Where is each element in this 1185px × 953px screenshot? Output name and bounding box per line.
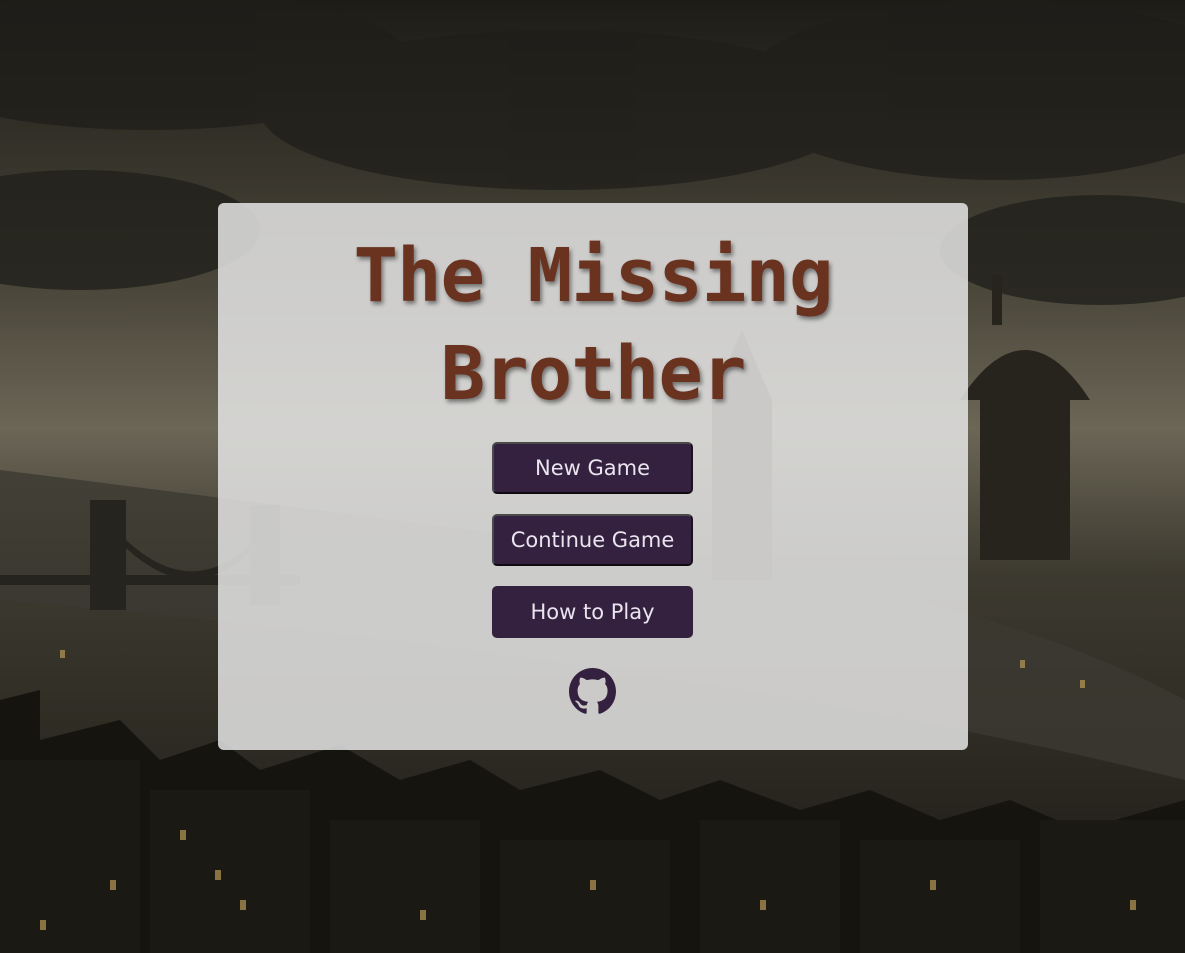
game-title: The Missing Brother <box>218 227 968 423</box>
game-title-line-1: The Missing <box>353 233 833 319</box>
github-link[interactable] <box>569 668 616 715</box>
continue-game-button[interactable]: Continue Game <box>492 514 693 566</box>
game-title-line-2: Brother <box>440 331 747 417</box>
main-menu-panel: The Missing Brother New Game Continue Ga… <box>218 203 968 750</box>
new-game-button[interactable]: New Game <box>492 442 693 494</box>
how-to-play-button[interactable]: How to Play <box>492 586 693 638</box>
github-icon <box>569 668 616 714</box>
